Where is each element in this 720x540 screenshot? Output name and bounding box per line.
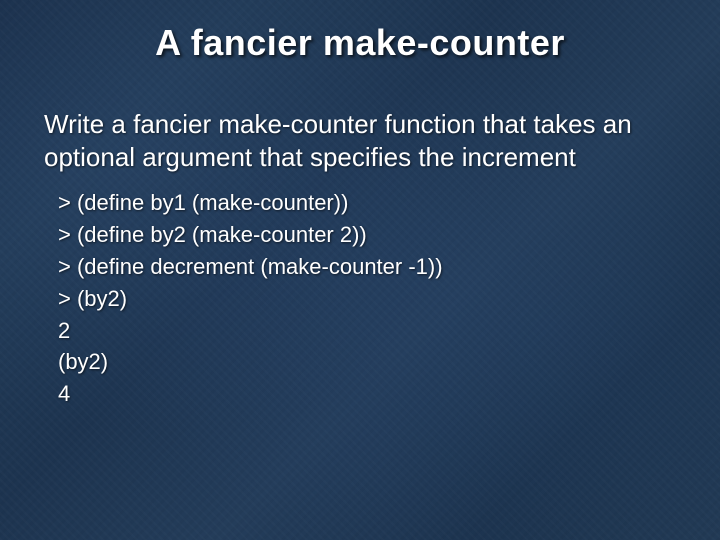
slide-title: A fancier make-counter [0,22,720,64]
code-line: (by2) [58,346,672,378]
code-line: > (define decrement (make-counter -1)) [58,251,672,283]
code-line: > (by2) [58,283,672,315]
code-line: > (define by1 (make-counter)) [58,187,672,219]
code-line: > (define by2 (make-counter 2)) [58,219,672,251]
slide-body: Write a fancier make-counter function th… [44,108,672,410]
code-line: 2 [58,315,672,347]
code-block: > (define by1 (make-counter)) > (define … [58,187,672,410]
slide: A fancier make-counter Write a fancier m… [0,0,720,540]
code-line: 4 [58,378,672,410]
lead-text: Write a fancier make-counter function th… [44,108,672,173]
